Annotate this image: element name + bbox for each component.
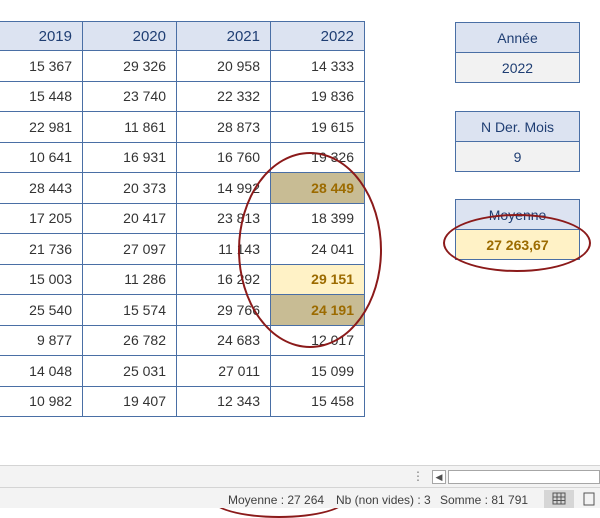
table-row: 28 443 20 373 14 992 28 449 [0,172,365,204]
table-row: 15 367 29 326 20 958 14 333 [0,50,365,82]
status-sum[interactable]: Somme : 81 791 [440,493,528,507]
table-cell[interactable]: 14 992 [176,172,271,204]
table-cell[interactable]: 9 877 [0,324,83,356]
table-cell[interactable]: 17 205 [0,202,83,234]
table-cell[interactable]: 16 292 [176,263,271,295]
table-cell[interactable]: 28 443 [0,172,83,204]
table-cell[interactable]: 15 003 [0,263,83,295]
highlighted-cell[interactable]: 29 151 [270,263,365,295]
year-box: Année 2022 [455,22,580,83]
table-row: 17 205 20 417 23 813 18 399 [0,202,365,234]
table-cell[interactable]: 15 574 [82,294,177,326]
table-cell[interactable]: 20 417 [82,202,177,234]
column-header[interactable]: 2022 [270,21,365,51]
table-cell[interactable]: 23 740 [82,80,177,112]
table-cell[interactable]: 27 097 [82,233,177,265]
average-label[interactable]: Moyenne [455,199,580,230]
table-cell[interactable]: 19 407 [82,385,177,417]
page-layout-icon [583,492,595,506]
months-box: N Der. Mois 9 [455,111,580,172]
table-cell[interactable]: 28 873 [176,111,271,143]
table-cell[interactable]: 20 958 [176,50,271,82]
table-row: 10 982 19 407 12 343 15 458 [0,385,365,417]
table-cell[interactable]: 25 031 [82,355,177,387]
table-cell[interactable]: 29 766 [176,294,271,326]
table-cell[interactable]: 11 143 [176,233,271,265]
table-cell[interactable]: 12 017 [270,324,365,356]
table-cell[interactable]: 15 448 [0,80,83,112]
table-cell[interactable]: 12 343 [176,385,271,417]
table-cell[interactable]: 23 813 [176,202,271,234]
page-layout-view-button[interactable] [578,490,600,508]
table-row: 10 641 16 931 16 760 19 326 [0,141,365,173]
table-row: 15 003 11 286 16 292 29 151 [0,263,365,295]
table-cell[interactable]: 15 367 [0,50,83,82]
table-cell[interactable]: 19 836 [270,80,365,112]
table-cell[interactable]: 26 782 [82,324,177,356]
highlighted-cell[interactable]: 24 191 [270,294,365,326]
table-cell[interactable]: 18 399 [270,202,365,234]
table-cell[interactable]: 24 041 [270,233,365,265]
table-cell[interactable]: 21 736 [0,233,83,265]
table-cell[interactable]: 10 982 [0,385,83,417]
table-cell[interactable]: 11 861 [82,111,177,143]
table-cell[interactable]: 16 760 [176,141,271,173]
status-bar: Moyenne : 27 264 Nb (non vides) : 3 Somm… [0,487,600,508]
table-cell[interactable]: 27 011 [176,355,271,387]
table-cell[interactable]: 20 373 [82,172,177,204]
table-cell[interactable]: 22 981 [0,111,83,143]
split-handle-icon[interactable]: ⋮ [412,469,424,483]
highlighted-cell[interactable]: 28 449 [270,172,365,204]
header-row: 2019 2020 2021 2022 [0,21,365,51]
status-average[interactable]: Moyenne : 27 264 [228,493,324,507]
year-label[interactable]: Année [455,22,580,53]
table-cell[interactable]: 22 332 [176,80,271,112]
table-cell[interactable]: 10 641 [0,141,83,173]
table-cell[interactable]: 16 931 [82,141,177,173]
average-box: Moyenne 27 263,67 [455,199,580,260]
table-row: 14 048 25 031 27 011 15 099 [0,355,365,387]
column-header[interactable]: 2021 [176,21,271,51]
table-row: 21 736 27 097 11 143 24 041 [0,233,365,265]
year-value[interactable]: 2022 [455,52,580,83]
column-header[interactable]: 2019 [0,21,83,51]
average-value[interactable]: 27 263,67 [455,229,580,260]
scroll-left-icon[interactable]: ◀ [432,470,446,484]
table-cell[interactable]: 24 683 [176,324,271,356]
months-label[interactable]: N Der. Mois [455,111,580,142]
table-row: 15 448 23 740 22 332 19 836 [0,80,365,112]
table-cell[interactable]: 29 326 [82,50,177,82]
horizontal-scroll-area: ⋮ ◀ [0,465,600,488]
horizontal-scrollbar[interactable] [448,470,600,484]
column-header[interactable]: 2020 [82,21,177,51]
table-cell[interactable]: 11 286 [82,263,177,295]
table-row: 9 877 26 782 24 683 12 017 [0,324,365,356]
table-cell[interactable]: 15 099 [270,355,365,387]
table-cell[interactable]: 19 326 [270,141,365,173]
grid-view-icon [552,492,566,505]
table-cell[interactable]: 14 333 [270,50,365,82]
table-cell[interactable]: 14 048 [0,355,83,387]
table-row: 25 540 15 574 29 766 24 191 [0,294,365,326]
table-cell[interactable]: 25 540 [0,294,83,326]
months-value[interactable]: 9 [455,141,580,172]
data-table: 2019 2020 2021 2022 15 367 29 326 20 958… [0,21,365,417]
table-row: 22 981 11 861 28 873 19 615 [0,111,365,143]
normal-view-button[interactable] [544,490,574,508]
table-cell[interactable]: 15 458 [270,385,365,417]
status-count[interactable]: Nb (non vides) : 3 [336,493,431,507]
table-cell[interactable]: 19 615 [270,111,365,143]
